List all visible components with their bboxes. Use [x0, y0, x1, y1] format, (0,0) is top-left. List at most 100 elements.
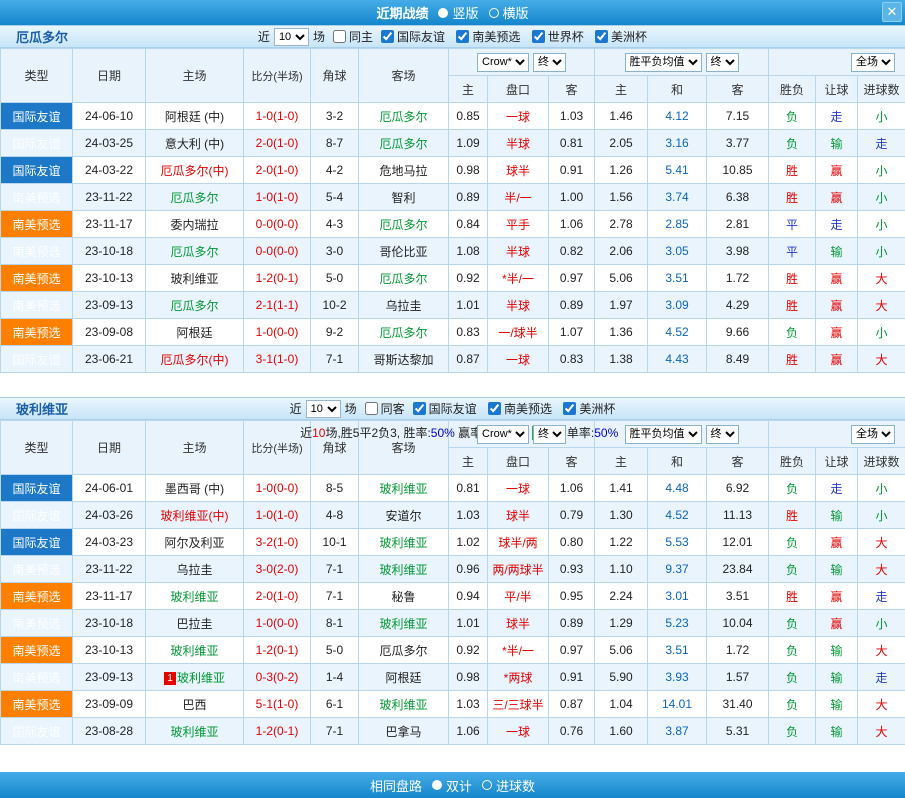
- euro-away-odds: 2.81: [707, 211, 769, 238]
- same-venue-filter[interactable]: 同客: [357, 400, 405, 417]
- competition-checkbox[interactable]: [563, 402, 576, 415]
- competition-checkbox[interactable]: [488, 402, 501, 415]
- score: 2-0(1-0): [244, 583, 311, 610]
- competition-filter[interactable]: 美洲杯: [555, 400, 615, 417]
- odds-final-select[interactable]: 终: [533, 425, 566, 444]
- competition-filter[interactable]: 南美预选: [480, 400, 552, 417]
- match-date: 23-11-17: [73, 211, 146, 238]
- result-handicap: 输: [816, 502, 858, 529]
- euro-home-odds: 1.36: [595, 319, 648, 346]
- competition-filter[interactable]: 美洲杯: [587, 28, 647, 45]
- col-corner: 角球: [311, 49, 359, 103]
- col-handicap: 盘口: [488, 76, 549, 103]
- ah-away-odds: 0.81: [549, 130, 595, 157]
- competition-checkbox[interactable]: [413, 402, 426, 415]
- same-venue-filter[interactable]: 同主: [325, 28, 373, 45]
- result-handicap: 赢: [816, 583, 858, 610]
- euro-final-select[interactable]: 终: [706, 53, 739, 72]
- score: 1-2(0-1): [244, 265, 311, 292]
- competition-checkbox[interactable]: [532, 30, 545, 43]
- handicap: 一球: [488, 718, 549, 745]
- home-team: 厄瓜多尔(中): [146, 157, 244, 184]
- match-type-badge: 南美预选: [1, 637, 73, 664]
- result-handicap: 输: [816, 664, 858, 691]
- section-header: 厄瓜多尔 近 10 场 同主 国际友谊: [0, 25, 905, 48]
- competition-filter[interactable]: 国际友谊: [373, 28, 445, 45]
- close-button[interactable]: ✕: [882, 2, 902, 22]
- ah-away-odds: 0.89: [549, 610, 595, 637]
- away-team-name: 哥伦比亚: [379, 245, 427, 259]
- same-venue-checkbox[interactable]: [333, 30, 346, 43]
- near-label: 近: [290, 400, 302, 417]
- result-wdl: 胜: [769, 502, 816, 529]
- result-wdl: 负: [769, 637, 816, 664]
- match-date: 23-09-13: [73, 664, 146, 691]
- home-team-name: 阿根廷 (中): [165, 110, 224, 124]
- match-row: 国际友谊 24-06-10 阿根廷 (中) 1-0(1-0) 3-2 厄瓜多尔 …: [1, 103, 905, 130]
- ah-away-odds: 1.03: [549, 103, 595, 130]
- competition-checkbox[interactable]: [456, 30, 469, 43]
- match-count-select[interactable]: 10: [306, 400, 341, 418]
- match-date: 23-09-09: [73, 691, 146, 718]
- scope-select[interactable]: 全场: [851, 53, 895, 72]
- euro-away-odds: 3.51: [707, 583, 769, 610]
- handicap: 球半: [488, 157, 549, 184]
- layout-option-horizontal[interactable]: 横版: [489, 3, 529, 22]
- away-team: 危地马拉: [359, 157, 449, 184]
- result-goals: 小: [858, 319, 905, 346]
- euro-final-select[interactable]: 终: [706, 425, 739, 444]
- ah-away-odds: 0.97: [549, 265, 595, 292]
- col-ah-away: 客: [549, 448, 595, 475]
- match-type-badge: 南美预选: [1, 556, 73, 583]
- competition-checkbox[interactable]: [381, 30, 394, 43]
- euro-away-odds: 6.92: [707, 475, 769, 502]
- euro-home-odds: 1.56: [595, 184, 648, 211]
- asian-odds-header: Crow* 终: [449, 49, 595, 76]
- scope-select[interactable]: 全场: [851, 425, 895, 444]
- competition-filter[interactable]: 世界杯: [524, 28, 584, 45]
- match-type-badge: 南美预选: [1, 319, 73, 346]
- result-goals: 小: [858, 502, 905, 529]
- odds-final-select[interactable]: 终: [533, 53, 566, 72]
- odds-company-select[interactable]: Crow*: [477, 53, 529, 72]
- corners: 10-1: [311, 529, 359, 556]
- home-team: 意大利 (中): [146, 130, 244, 157]
- away-team: 厄瓜多尔: [359, 265, 449, 292]
- same-venue-checkbox[interactable]: [365, 402, 378, 415]
- handicap: 半球: [488, 238, 549, 265]
- layout-option-vertical[interactable]: 竖版: [438, 3, 478, 22]
- euro-away-odds: 7.15: [707, 103, 769, 130]
- same-venue-label: 同主: [349, 28, 373, 45]
- euro-avg-select[interactable]: 胜平负均值: [625, 425, 702, 444]
- away-team-name: 安道尔: [385, 509, 421, 523]
- euro-away-odds: 23.84: [707, 556, 769, 583]
- matches-label: 场: [313, 28, 325, 45]
- away-team: 玻利维亚: [359, 556, 449, 583]
- result-goals: 大: [858, 292, 905, 319]
- result-goals: 大: [858, 637, 905, 664]
- euro-home-odds: 1.38: [595, 346, 648, 373]
- euro-home-odds: 1.04: [595, 691, 648, 718]
- match-count-select[interactable]: 10: [274, 28, 309, 46]
- home-team: 阿根廷 (中): [146, 103, 244, 130]
- euro-avg-select[interactable]: 胜平负均值: [625, 53, 702, 72]
- col-euro-home: 主: [595, 76, 648, 103]
- home-team: 阿根廷: [146, 319, 244, 346]
- euro-away-odds: 11.13: [707, 502, 769, 529]
- competition-filter[interactable]: 南美预选: [448, 28, 520, 45]
- odds-company-select[interactable]: Crow*: [477, 425, 529, 444]
- footer-option-double[interactable]: 双计: [432, 776, 472, 795]
- competition-checkbox[interactable]: [595, 30, 608, 43]
- summary-segment: 场,胜5平2负3, 胜率:: [325, 426, 430, 440]
- red-card-count: 1: [164, 672, 176, 685]
- footer-option-goals[interactable]: 进球数: [482, 776, 535, 795]
- competition-filter[interactable]: 国际友谊: [405, 400, 477, 417]
- match-type-badge: 南美预选: [1, 238, 73, 265]
- score: 3-1(1-0): [244, 346, 311, 373]
- match-row: 国际友谊 23-06-21 厄瓜多尔(中) 3-1(1-0) 7-1 哥斯达黎加…: [1, 346, 905, 373]
- result-handicap: 赢: [816, 346, 858, 373]
- euro-home-odds: 1.46: [595, 103, 648, 130]
- layout-horizontal-label: 横版: [503, 3, 529, 22]
- result-goals: 小: [858, 610, 905, 637]
- handicap: *半/一: [488, 637, 549, 664]
